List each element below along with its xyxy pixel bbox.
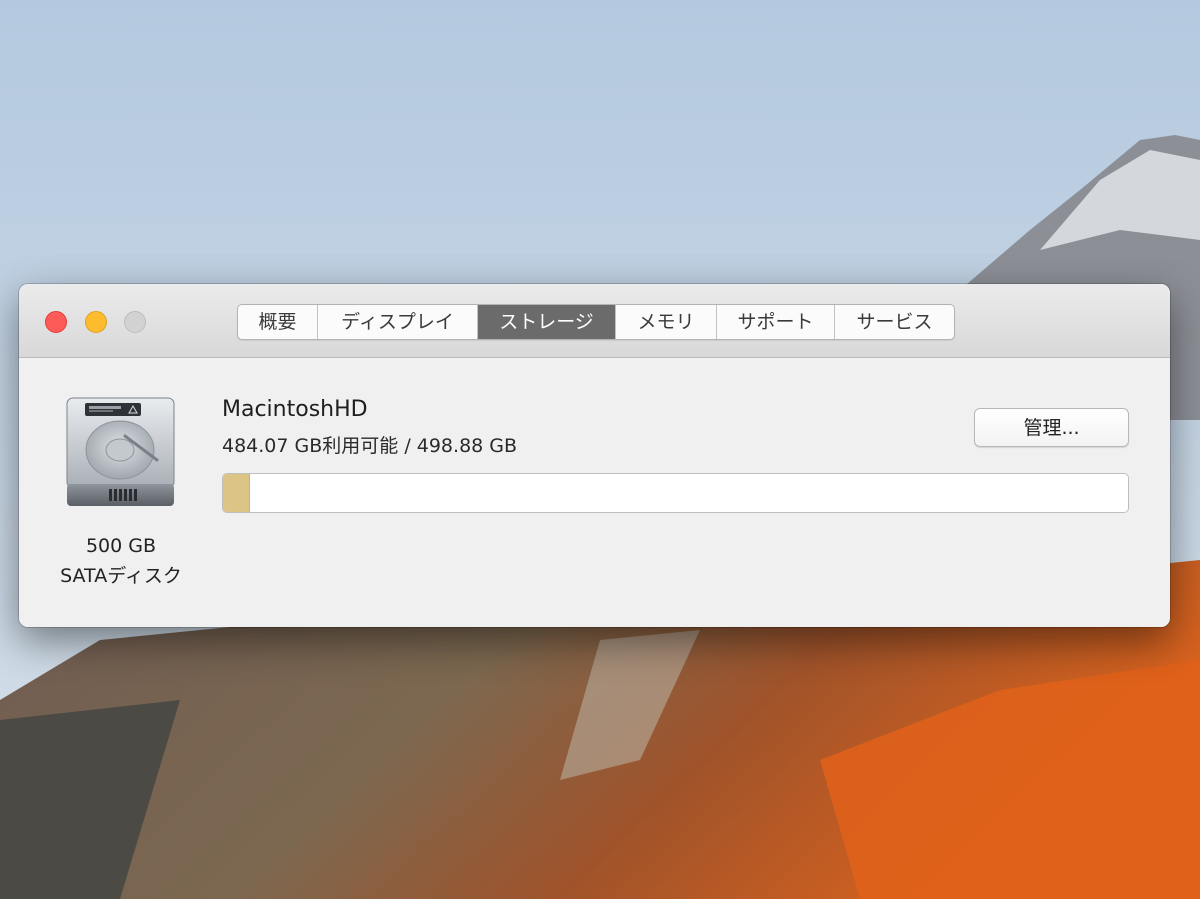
tab-memory[interactable]: メモリ — [616, 305, 717, 339]
tab-service[interactable]: サービス — [835, 305, 954, 339]
title-bar: 概要 ディスプレイ ストレージ メモリ サポート サービス — [19, 284, 1170, 358]
tab-displays[interactable]: ディスプレイ — [318, 305, 478, 339]
storage-usage-bar — [222, 473, 1129, 513]
disk-type: SATAディスク — [60, 565, 182, 587]
zoom-button — [124, 311, 146, 333]
manage-button[interactable]: 管理... — [974, 408, 1129, 447]
minimize-button[interactable] — [85, 311, 107, 333]
storage-panel: 500 GB SATAディスク MacintoshHD 484.07 GB利用可… — [19, 358, 1170, 627]
tab-support[interactable]: サポート — [717, 305, 835, 339]
tab-bar: 概要 ディスプレイ ストレージ メモリ サポート サービス — [237, 304, 955, 340]
close-button[interactable] — [45, 311, 67, 333]
tab-storage[interactable]: ストレージ — [478, 305, 616, 339]
about-this-mac-window: 概要 ディスプレイ ストレージ メモリ サポート サービス 500 GB SAT… — [19, 284, 1170, 627]
hard-drive-icon — [66, 397, 175, 506]
volume-available: 484.07 GB利用可能 / 498.88 GB — [222, 435, 518, 457]
tab-overview[interactable]: 概要 — [238, 305, 318, 339]
storage-usage-fill — [223, 474, 251, 512]
disk-capacity: 500 GB — [85, 535, 157, 557]
volume-name: MacintoshHD — [222, 397, 368, 422]
